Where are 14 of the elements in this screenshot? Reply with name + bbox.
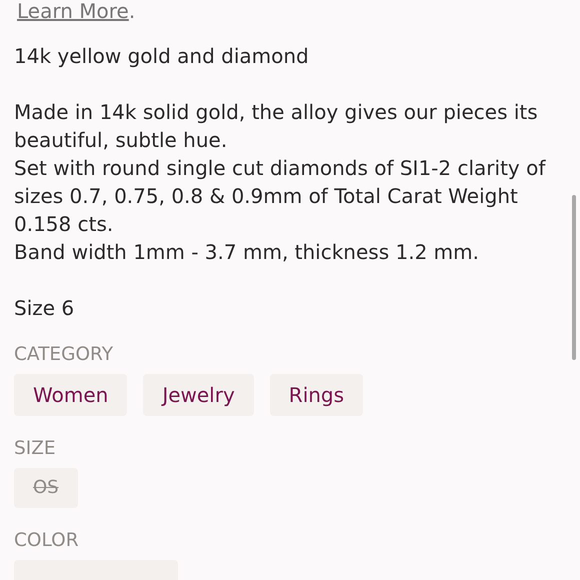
- product-title: 14k yellow gold and diamond: [14, 43, 310, 70]
- description-text: Set with round single cut diamonds of SI1-2 clarity of sizes 0.7, 0.75, 0.8 & 0.9mm of Total Carat Weight 0.158 cts.: [14, 155, 547, 238]
- size-note: Size 6: [14, 295, 76, 322]
- description-text: Band width 1mm - 3.7 mm, thickness 1.2 mm.: [14, 239, 480, 266]
- section-heading: CATEGORY: [14, 344, 114, 366]
- scrollbar-thumb[interactable]: [572, 195, 576, 360]
- learn-more-link[interactable]: Learn More: [17, 0, 129, 23]
- tag-button[interactable]: Rings: [270, 374, 364, 416]
- description-text: Made in 14k solid gold, the alloy gives our pieces its beautiful, subtle hue.: [14, 99, 539, 154]
- section-heading: COLOR: [14, 530, 80, 552]
- tag-button[interactable]: Jewelry: [143, 374, 254, 416]
- period-text: .: [128, 0, 136, 23]
- section-heading: SIZE: [14, 438, 57, 460]
- tag-button[interactable]: Women: [14, 374, 128, 416]
